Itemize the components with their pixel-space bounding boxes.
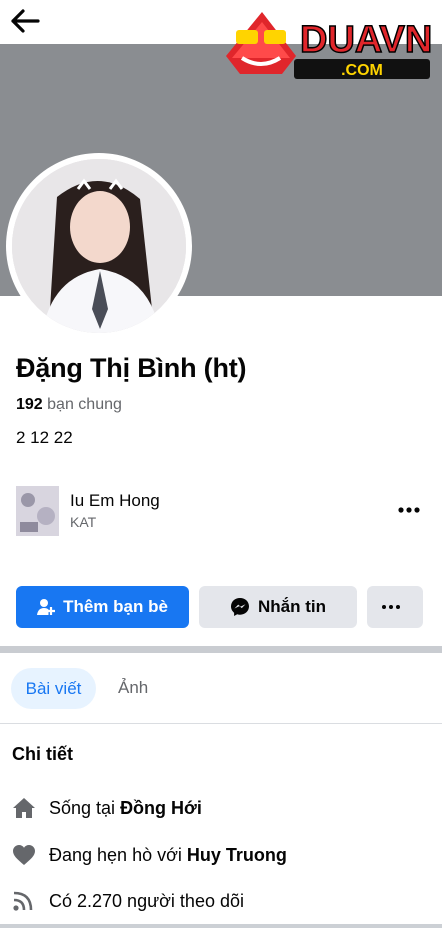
profile-name: Đặng Thị Bình (ht) — [16, 353, 247, 383]
profile-photo — [12, 159, 186, 333]
home-icon — [12, 796, 36, 820]
rss-icon — [12, 889, 36, 913]
lives-prefix: Sống tại — [49, 797, 116, 818]
tab-posts[interactable]: Bài viết — [11, 668, 96, 709]
section-divider — [0, 646, 442, 653]
add-friend-label: Thêm bạn bè — [63, 597, 168, 616]
song-title[interactable]: Iu Em Hong — [70, 491, 160, 511]
duavn-logo: DUAVN .COM — [226, 12, 433, 79]
avatar[interactable] — [12, 159, 186, 333]
details-heading: Chi tiết — [12, 744, 73, 764]
mutual-count: 192 — [16, 396, 43, 413]
svg-text:DUAVN: DUAVN — [300, 19, 432, 61]
bottom-divider — [0, 924, 442, 928]
detail-followers[interactable]: Có 2.270 người theo dõi — [12, 886, 244, 916]
arrow-left-icon[interactable] — [10, 8, 40, 34]
add-friend-button[interactable]: Thêm bạn bè — [16, 586, 189, 628]
dating-name[interactable]: Huy Truong — [187, 845, 287, 866]
more-horizontal-icon — [382, 605, 400, 609]
profile-bio: 2 12 22 — [16, 428, 73, 447]
tab-photos[interactable]: Ảnh — [118, 678, 148, 698]
more-options-icon[interactable] — [396, 498, 422, 522]
song-artist: KAT — [70, 514, 97, 530]
mutual-label: bạn chung — [47, 396, 122, 413]
dating-prefix: Đang hẹn hò với — [49, 844, 182, 865]
message-label: Nhắn tin — [258, 597, 326, 616]
followers-text: Có 2.270 người theo dõi — [49, 890, 244, 911]
messenger-icon — [231, 598, 249, 616]
add-friend-icon — [37, 599, 56, 615]
song-artwork[interactable] — [16, 486, 59, 536]
message-button[interactable]: Nhắn tin — [199, 586, 357, 628]
lives-place[interactable]: Đồng Hới — [120, 798, 202, 819]
detail-lives-in: Sống tại Đồng Hới — [12, 793, 202, 823]
mutual-friends[interactable]: 192 bạn chung — [16, 396, 122, 414]
tabs-separator — [0, 723, 442, 724]
profile-more-button[interactable] — [367, 586, 423, 628]
album-art-image — [16, 486, 59, 536]
svg-text:.COM: .COM — [341, 62, 383, 79]
heart-icon — [12, 843, 36, 867]
detail-relationship: Đang hẹn hò với Huy Truong — [12, 840, 287, 870]
